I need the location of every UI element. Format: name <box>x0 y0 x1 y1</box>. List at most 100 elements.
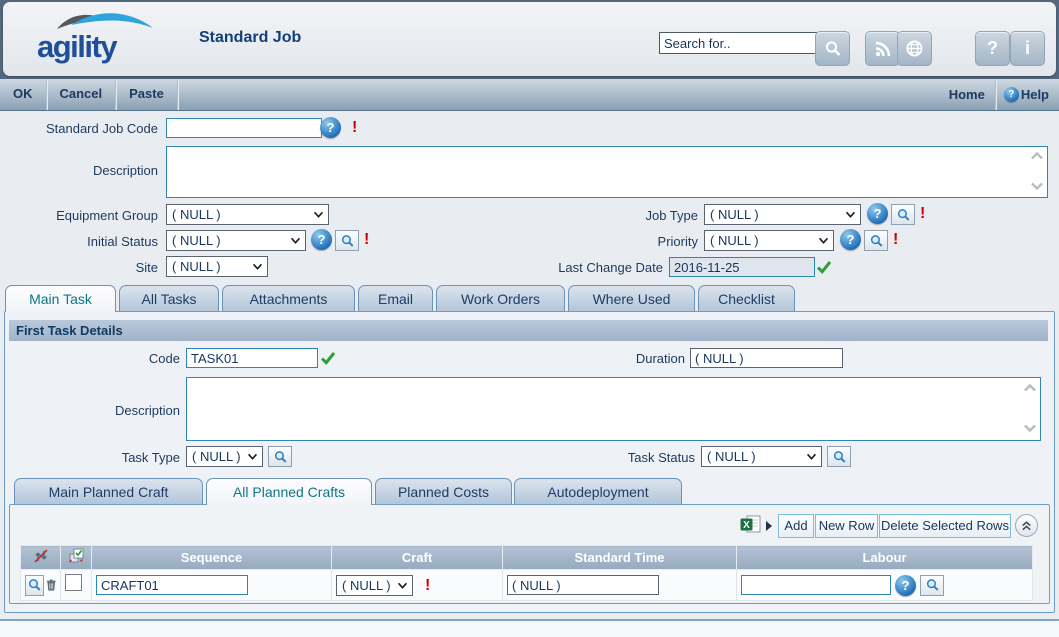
help-link[interactable]: ? Help <box>995 80 1059 110</box>
table-header-row: Sequence Craft Standard Time Labour <box>21 546 1033 570</box>
lookup-button[interactable] <box>335 230 359 251</box>
chevron-down-icon <box>845 211 856 218</box>
lookup-button[interactable] <box>268 446 292 467</box>
help-circle-icon: ? <box>1004 87 1019 102</box>
delete-row-trash-icon[interactable] <box>46 577 57 593</box>
help-circle-icon[interactable]: ? <box>867 203 888 224</box>
info-button[interactable]: i <box>1010 31 1045 66</box>
lookup-button[interactable] <box>827 446 851 467</box>
tab-where-used[interactable]: Where Used <box>568 285 695 312</box>
cancel-button[interactable]: Cancel <box>47 79 117 110</box>
description-textarea[interactable] <box>166 146 1048 198</box>
help-circle-icon[interactable]: ? <box>320 117 341 138</box>
select-all-header[interactable] <box>61 546 92 570</box>
standard-time-input[interactable] <box>507 575 659 595</box>
column-header-labour[interactable]: Labour <box>737 546 1033 570</box>
job-type-label: Job Type <box>540 205 698 226</box>
column-header-sequence[interactable]: Sequence <box>92 546 332 570</box>
collapse-button[interactable] <box>1015 514 1038 537</box>
planned-crafts-table: Sequence Craft Standard Time Labour <box>20 545 1033 601</box>
magnifier-icon <box>869 234 884 248</box>
ok-button[interactable]: OK <box>0 79 47 110</box>
labour-input[interactable] <box>741 575 891 595</box>
job-type-select[interactable]: ( NULL ) <box>704 204 861 225</box>
valid-check-icon <box>320 351 336 365</box>
row-detail-button[interactable] <box>25 575 44 596</box>
task-type-label: Task Type <box>60 447 180 468</box>
sort-column-header[interactable] <box>21 546 61 570</box>
chevron-down-icon <box>252 263 263 270</box>
help-button[interactable]: ? <box>975 31 1010 66</box>
task-status-select[interactable]: ( NULL ) <box>701 446 822 467</box>
scroll-down-icon[interactable] <box>1030 182 1044 191</box>
standard-job-code-input[interactable] <box>166 118 322 138</box>
subtab-main-planned-craft[interactable]: Main Planned Craft <box>14 478 203 505</box>
lookup-button[interactable] <box>864 230 888 251</box>
rss-button[interactable] <box>865 31 900 66</box>
lookup-button[interactable] <box>891 204 915 225</box>
column-header-craft[interactable]: Craft <box>332 546 503 570</box>
tab-attachments[interactable]: Attachments <box>222 285 355 312</box>
subtab-planned-costs[interactable]: Planned Costs <box>375 478 512 505</box>
craft-select[interactable]: ( NULL ) <box>336 575 413 596</box>
globe-button[interactable] <box>897 31 932 66</box>
tab-all-tasks[interactable]: All Tasks <box>119 285 219 312</box>
subtab-all-planned-crafts[interactable]: All Planned Crafts <box>206 478 372 505</box>
magnifier-icon <box>340 234 355 248</box>
scroll-up-icon[interactable] <box>1023 383 1037 392</box>
new-row-button[interactable]: New Row <box>815 514 878 538</box>
labour-cell: ? <box>737 570 1033 601</box>
add-button[interactable]: Add <box>778 514 814 538</box>
chevron-down-icon <box>247 453 258 460</box>
last-change-date-label: Last Change Date <box>505 257 663 278</box>
tab-email[interactable]: Email <box>358 285 433 312</box>
scroll-down-icon[interactable] <box>1023 424 1037 433</box>
row-select-cell <box>61 570 92 601</box>
task-type-select[interactable]: ( NULL ) <box>186 446 263 467</box>
task-description-textarea[interactable] <box>186 377 1041 441</box>
required-icon: ! <box>893 229 898 250</box>
home-button[interactable]: Home <box>939 80 995 110</box>
last-change-date-input[interactable] <box>669 257 815 277</box>
export-excel-icon[interactable]: X <box>740 515 761 534</box>
expand-arrow-icon[interactable] <box>766 521 772 531</box>
site-select[interactable]: ( NULL ) <box>166 256 268 277</box>
magnifier-icon <box>896 208 911 222</box>
row-checkbox[interactable] <box>65 574 82 591</box>
chevron-down-icon <box>313 211 324 218</box>
task-type-value: ( NULL ) <box>192 449 241 464</box>
priority-select[interactable]: ( NULL ) <box>704 230 834 251</box>
first-task-details-header: First Task Details <box>9 320 1048 341</box>
help-circle-icon[interactable]: ? <box>311 229 332 250</box>
no-sort-icon <box>33 548 49 564</box>
tab-checklist[interactable]: Checklist <box>698 285 795 312</box>
toggle-selection-icon <box>68 548 84 564</box>
search-button[interactable] <box>815 31 850 66</box>
info-icon: i <box>1025 38 1030 59</box>
duration-input[interactable] <box>690 348 843 368</box>
equipment-group-select[interactable]: ( NULL ) <box>166 204 329 225</box>
magnifier-icon <box>925 578 940 592</box>
search-input[interactable] <box>659 32 817 54</box>
paste-button[interactable]: Paste <box>116 79 178 110</box>
tab-main-task[interactable]: Main Task <box>5 285 116 312</box>
equipment-group-value: ( NULL ) <box>172 207 221 222</box>
header: agility Standard Job ? <box>3 2 1056 76</box>
subtab-autodeployment[interactable]: Autodeployment <box>514 478 682 505</box>
question-icon: ? <box>987 38 998 59</box>
delete-selected-rows-button[interactable]: Delete Selected Rows <box>879 514 1011 538</box>
tab-work-orders[interactable]: Work Orders <box>436 285 565 312</box>
code-input[interactable] <box>186 348 318 368</box>
column-header-standard-time[interactable]: Standard Time <box>503 546 737 570</box>
priority-value: ( NULL ) <box>710 233 759 248</box>
magnifier-icon <box>832 450 847 464</box>
craft-cell: ( NULL ) ! <box>332 570 503 601</box>
equipment-group-label: Equipment Group <box>0 205 158 226</box>
help-circle-icon[interactable]: ? <box>840 229 861 250</box>
sequence-input[interactable] <box>96 575 248 595</box>
scroll-up-icon[interactable] <box>1030 151 1044 160</box>
task-status-label: Task Status <box>540 447 695 468</box>
lookup-button[interactable] <box>920 575 944 596</box>
initial-status-select[interactable]: ( NULL ) <box>166 230 306 251</box>
help-circle-icon[interactable]: ? <box>895 575 916 596</box>
